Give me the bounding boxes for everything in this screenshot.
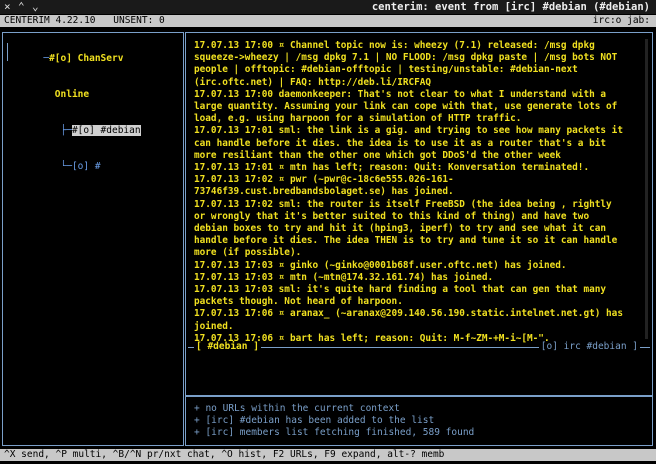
maximize-icon[interactable]: ⌃ bbox=[18, 1, 25, 13]
chat-log-panel: 17.07.13 17:00 ¤ Channel topic now is: w… bbox=[185, 32, 653, 396]
message: 17.07.13 17:02 ¤ pwr (~pwr@c-18c6e555.02… bbox=[194, 174, 454, 198]
message: 17.07.13 17:03 ¤ mtn (~mtn@174.32.161.74… bbox=[194, 271, 494, 283]
message: 17.07.13 17:00 daemonkeeper: That's not … bbox=[194, 88, 618, 125]
system-message: + no URLs within the current context bbox=[194, 403, 400, 414]
tree-connector bbox=[7, 43, 8, 61]
message: 17.07.13 17:02 sml: the router is itself… bbox=[194, 198, 618, 259]
contact-label: #[o] ChanServ bbox=[49, 53, 124, 64]
contact-list-panel: ─#[o] ChanServ Online ├─#[o] #debian └─[… bbox=[2, 32, 184, 446]
contact-label: #[o] #debian bbox=[71, 125, 141, 136]
unsent-counter: UNSENT: 0 bbox=[113, 15, 165, 26]
message: 17.07.13 17:03 sml: it's quite hard find… bbox=[194, 284, 607, 308]
tree-branch: └─ bbox=[43, 161, 72, 172]
keyboard-hints-bar: ^X send, ^P multi, ^B/^N pr/nxt chat, ^O… bbox=[0, 449, 656, 461]
message: 17.07.13 17:03 ¤ ginko (~ginko@0001b68f.… bbox=[194, 259, 567, 271]
system-message: + [irc] members list fetching finished, … bbox=[194, 427, 475, 438]
message: 17.07.13 17:01 sml: the link is a gig. a… bbox=[194, 125, 623, 161]
chat-scrollbar[interactable] bbox=[645, 39, 648, 339]
tree-branch bbox=[43, 89, 54, 100]
app-name: CENTERIM 4.22.10 bbox=[4, 15, 96, 26]
close-icon[interactable]: × bbox=[4, 1, 11, 13]
chat-footer: [ #debian ] [o] irc #debian ] bbox=[186, 341, 652, 353]
contact-hash[interactable]: └─[o] # bbox=[9, 149, 141, 185]
system-log: + no URLs within the current context + [… bbox=[194, 403, 474, 439]
group-label: Online bbox=[54, 89, 90, 100]
window-titlebar: × ⌃ ⌄ centerim: event from [irc] #debian… bbox=[0, 0, 656, 14]
message: 17.07.13 17:06 ¤ aranax_ (~aranax@209.14… bbox=[194, 308, 623, 332]
message: 17.07.13 17:01 ¤ mtn has left; reason: Q… bbox=[194, 162, 590, 174]
group-online[interactable]: Online bbox=[9, 77, 141, 113]
contact-debian[interactable]: ├─#[o] #debian bbox=[9, 113, 141, 149]
window-title: centerim: event from [irc] #debian (#deb… bbox=[371, 1, 650, 13]
channel-label: [ #debian ] bbox=[194, 341, 261, 353]
connection-status: irc:o jab: bbox=[592, 15, 650, 26]
channel-info: [o] irc #debian ] bbox=[538, 341, 640, 353]
contact-tree: ─#[o] ChanServ Online ├─#[o] #debian └─[… bbox=[9, 41, 141, 185]
system-message: + [irc] #debian has been added to the li… bbox=[194, 415, 435, 426]
keyboard-hints: ^X send, ^P multi, ^B/^N pr/nxt chat, ^O… bbox=[4, 449, 445, 460]
message: 17.07.13 17:00 ¤ Channel topic now is: w… bbox=[194, 40, 618, 88]
minimize-icon[interactable]: ⌄ bbox=[32, 1, 39, 13]
message-list: 17.07.13 17:00 ¤ Channel topic now is: w… bbox=[194, 40, 624, 345]
status-bar: CENTERIM 4.22.10 UNSENT: 0 irc:o jab: bbox=[0, 15, 656, 27]
contact-label: [o] # bbox=[71, 161, 101, 172]
message-input-panel[interactable]: + no URLs within the current context + [… bbox=[185, 396, 653, 446]
contact-chanserv[interactable]: ─#[o] ChanServ bbox=[9, 41, 141, 77]
tree-branch: ├─ bbox=[43, 125, 72, 136]
